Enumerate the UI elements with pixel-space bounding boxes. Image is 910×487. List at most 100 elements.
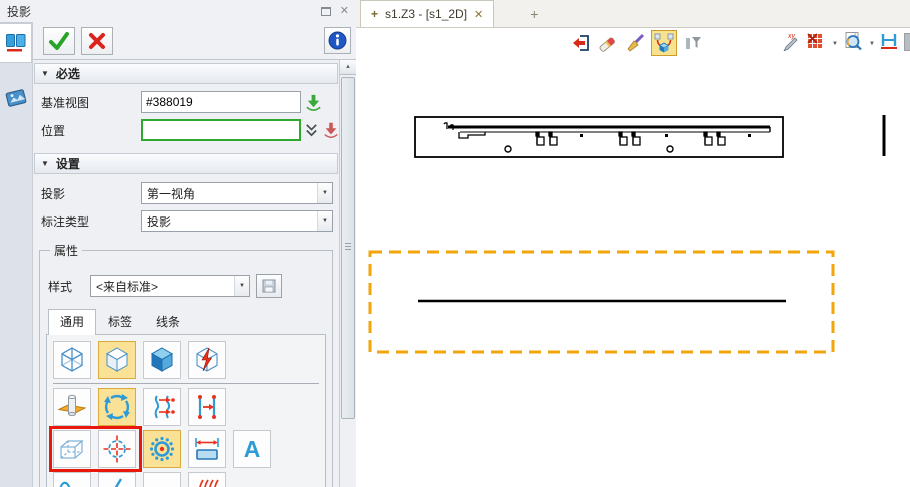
ok-button[interactable] <box>43 27 75 55</box>
check-icon <box>48 31 70 51</box>
panel-close-icon[interactable]: ✕ <box>340 6 349 17</box>
tool-gear-mark-button[interactable] <box>143 430 181 468</box>
tool-rotate-view-button[interactable] <box>98 388 136 426</box>
base-view-label: 基准视图 <box>41 94 141 111</box>
position-pick-icon[interactable] <box>322 121 339 139</box>
tool-sine-wave-button[interactable] <box>53 472 91 487</box>
tool-shaded-view-button[interactable] <box>98 341 136 379</box>
projection-panel: 投影 ✕ <box>0 0 356 487</box>
panel-titlebar: 投影 ✕ <box>0 0 356 22</box>
section-settings[interactable]: ▼ 设置 <box>34 153 338 174</box>
position-label: 位置 <box>41 122 141 139</box>
tool-hatch-button[interactable] <box>188 472 226 487</box>
panel-side-strip <box>0 22 32 487</box>
tool-dimension-button[interactable] <box>188 430 226 468</box>
annotation-type-label: 标注类型 <box>41 213 141 230</box>
curve-arrows-icon <box>147 392 177 422</box>
cancel-button[interactable] <box>81 27 113 55</box>
scrollbar-up-button[interactable]: ▲ <box>340 60 356 75</box>
style-select[interactable]: <来自标准> ▼ <box>90 275 250 297</box>
tool-section-plate-button[interactable] <box>143 472 181 487</box>
properties-legend: 属性 <box>50 242 82 259</box>
projection-label: 投影 <box>41 185 141 202</box>
collapse-triangle-icon: ▼ <box>41 69 49 78</box>
general-tab-panel: A <box>46 334 326 487</box>
tab-line[interactable]: 线条 <box>144 309 192 334</box>
document-area: + s1.Z3 - [s1_2D] ✕ + <box>356 0 910 487</box>
properties-tabs: 通用 标签 线条 <box>48 309 326 334</box>
wireframe-cube-icon <box>57 345 87 375</box>
combo-caret-icon: ▼ <box>317 183 332 203</box>
part-top-view <box>415 117 783 157</box>
tab-general[interactable]: 通用 <box>48 309 96 335</box>
tool-section-cylinder-button[interactable] <box>53 388 91 426</box>
tool-wireframe-view-button[interactable] <box>53 341 91 379</box>
section-required[interactable]: ▼ 必选 <box>34 63 338 84</box>
tab-label[interactable]: 标签 <box>96 309 144 334</box>
base-view-pick-icon[interactable] <box>304 93 323 112</box>
cross-icon <box>87 31 107 51</box>
tab-close-icon[interactable]: ✕ <box>474 8 483 21</box>
tool-text-button[interactable]: A <box>233 430 271 468</box>
panel-scroll-content: ▼ 必选 基准视图 <box>33 60 339 487</box>
document-tabbar: + s1.Z3 - [s1_2D] ✕ + <box>356 0 910 28</box>
panel-restore-icon[interactable] <box>321 7 331 16</box>
projection-select[interactable]: 第一视角 ▼ <box>141 182 333 204</box>
sidebar-tab-image[interactable] <box>0 87 32 109</box>
scrollbar-grip <box>345 243 351 250</box>
section-required-label: 必选 <box>56 65 80 82</box>
image-icon <box>5 87 27 109</box>
tool-quick-view-button[interactable] <box>188 341 226 379</box>
section-plate-icon <box>147 476 177 487</box>
text-a-icon: A <box>244 438 261 461</box>
tool-solid-view-button[interactable] <box>143 341 181 379</box>
info-icon <box>328 31 347 50</box>
document-tab-title: s1.Z3 - [s1_2D] <box>385 7 467 21</box>
tool-dashed-box-button[interactable] <box>53 430 91 468</box>
base-view-input[interactable] <box>141 91 301 113</box>
drawing-geometry <box>356 28 910 487</box>
corner-line-icon <box>102 476 132 487</box>
tool-corner-line-button[interactable] <box>98 472 136 487</box>
combo-caret-icon: ▼ <box>317 211 332 231</box>
tool-center-mark-button[interactable] <box>98 430 136 468</box>
center-mark-icon <box>102 434 132 464</box>
style-label: 样式 <box>48 278 90 295</box>
annotation-type-value: 投影 <box>142 213 317 230</box>
section-cylinder-icon <box>57 392 87 422</box>
panel-scrollbar[interactable]: ▲ <box>339 60 356 487</box>
shaded-cube-icon <box>102 345 132 375</box>
tool-align-lines-button[interactable] <box>188 388 226 426</box>
panel-title: 投影 <box>7 3 31 20</box>
annotation-type-select[interactable]: 投影 ▼ <box>141 210 333 232</box>
expand-chevrons-icon[interactable] <box>304 122 319 138</box>
grid-separator <box>53 383 319 384</box>
info-button[interactable] <box>324 27 351 54</box>
new-tab-button[interactable]: + <box>530 0 538 27</box>
dimension-icon <box>192 434 222 464</box>
gear-icon <box>147 434 177 464</box>
dashed-cube-icon <box>57 434 87 464</box>
projection-value: 第一视角 <box>142 185 317 202</box>
drawing-canvas[interactable]: xy ▼ <box>356 28 910 487</box>
hatch-lines-icon <box>192 476 222 487</box>
combo-caret-icon: ▼ <box>234 276 249 296</box>
scrollbar-thumb[interactable] <box>341 77 355 419</box>
placement-preview-box <box>370 252 833 352</box>
style-value: <来自标准> <box>91 278 234 295</box>
solid-cube-icon <box>147 345 177 375</box>
properties-group: 属性 样式 <来自标准> ▼ <box>39 242 333 487</box>
section-settings-label: 设置 <box>56 155 80 172</box>
tool-curve-edit-button[interactable] <box>143 388 181 426</box>
panel-toolbar <box>33 22 356 60</box>
save-style-button[interactable] <box>256 274 282 298</box>
floppy-icon <box>262 279 276 293</box>
document-tab[interactable]: + s1.Z3 - [s1_2D] ✕ <box>360 0 494 27</box>
sine-wave-icon <box>57 476 87 487</box>
app-window: 投影 ✕ <box>0 0 910 487</box>
sidebar-tab-views[interactable] <box>0 23 32 63</box>
rotate-arrows-icon <box>102 392 132 422</box>
tab-pin-icon: + <box>371 7 378 21</box>
position-input[interactable] <box>141 119 301 141</box>
align-lines-icon <box>192 392 222 422</box>
